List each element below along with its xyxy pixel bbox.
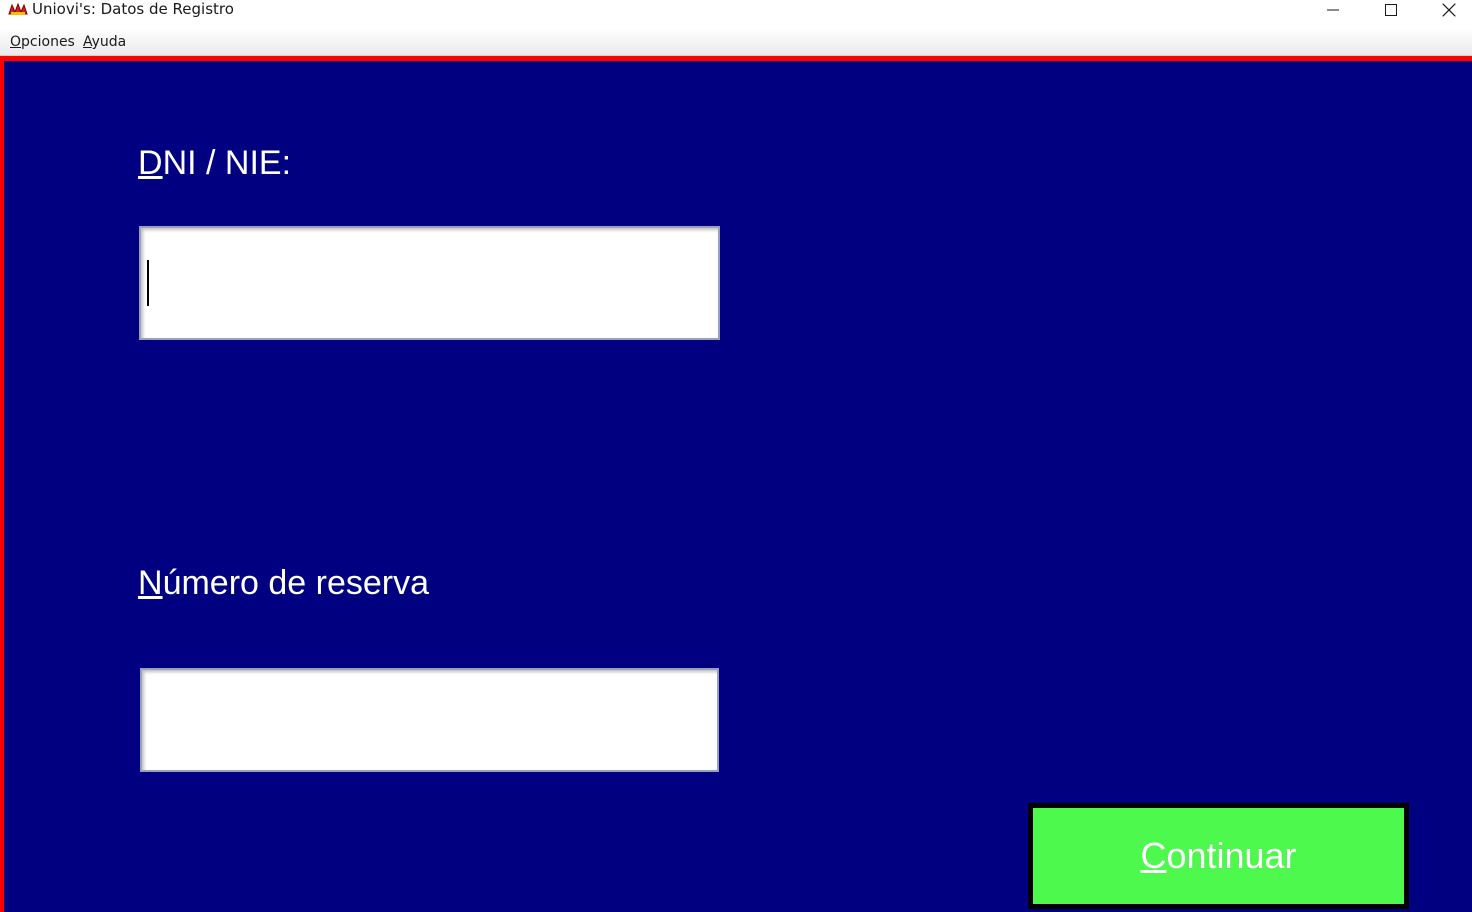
reserva-label: Número de reserva: [138, 563, 429, 603]
dni-label-text: NI / NIE:: [162, 144, 292, 182]
reserva-input[interactable]: [140, 668, 719, 772]
continue-button-label: ontinuar: [1166, 835, 1297, 876]
title-bar: Uniovi's: Datos de Registro: [0, 0, 1472, 28]
dni-input[interactable]: [139, 226, 720, 340]
app-window: Uniovi's: Datos de Registro Opciones Ayu…: [0, 0, 1472, 912]
window-title: Uniovi's: Datos de Registro: [32, 0, 234, 18]
menu-ayuda[interactable]: Ayuda: [83, 33, 126, 51]
menu-ayuda-mnemonic: A: [83, 34, 92, 50]
registration-panel: DNI / NIE: Número de reserva Continuar: [0, 56, 1472, 912]
minimize-icon: [1327, 9, 1339, 11]
continue-button-mnemonic: C: [1140, 835, 1167, 876]
app-logo-icon: [8, 2, 28, 16]
dni-label: DNI / NIE:: [138, 143, 291, 183]
dni-label-mnemonic: D: [138, 144, 163, 182]
close-icon: [1442, 3, 1456, 17]
close-button[interactable]: [1420, 0, 1472, 20]
reserva-label-mnemonic: N: [138, 564, 163, 602]
menu-bar: Opciones Ayuda: [0, 28, 1472, 56]
maximize-button[interactable]: [1362, 0, 1420, 20]
minimize-button[interactable]: [1304, 0, 1362, 20]
menu-opciones-mnemonic: O: [10, 34, 22, 50]
menu-opciones[interactable]: Opciones: [10, 33, 75, 51]
text-caret: [147, 260, 149, 306]
menu-ayuda-label: yuda: [91, 34, 127, 50]
continue-button[interactable]: Continuar: [1028, 803, 1409, 909]
menu-opciones-label: pciones: [21, 34, 75, 50]
maximize-icon: [1385, 4, 1397, 16]
reserva-label-text: úmero de reserva: [162, 564, 430, 602]
